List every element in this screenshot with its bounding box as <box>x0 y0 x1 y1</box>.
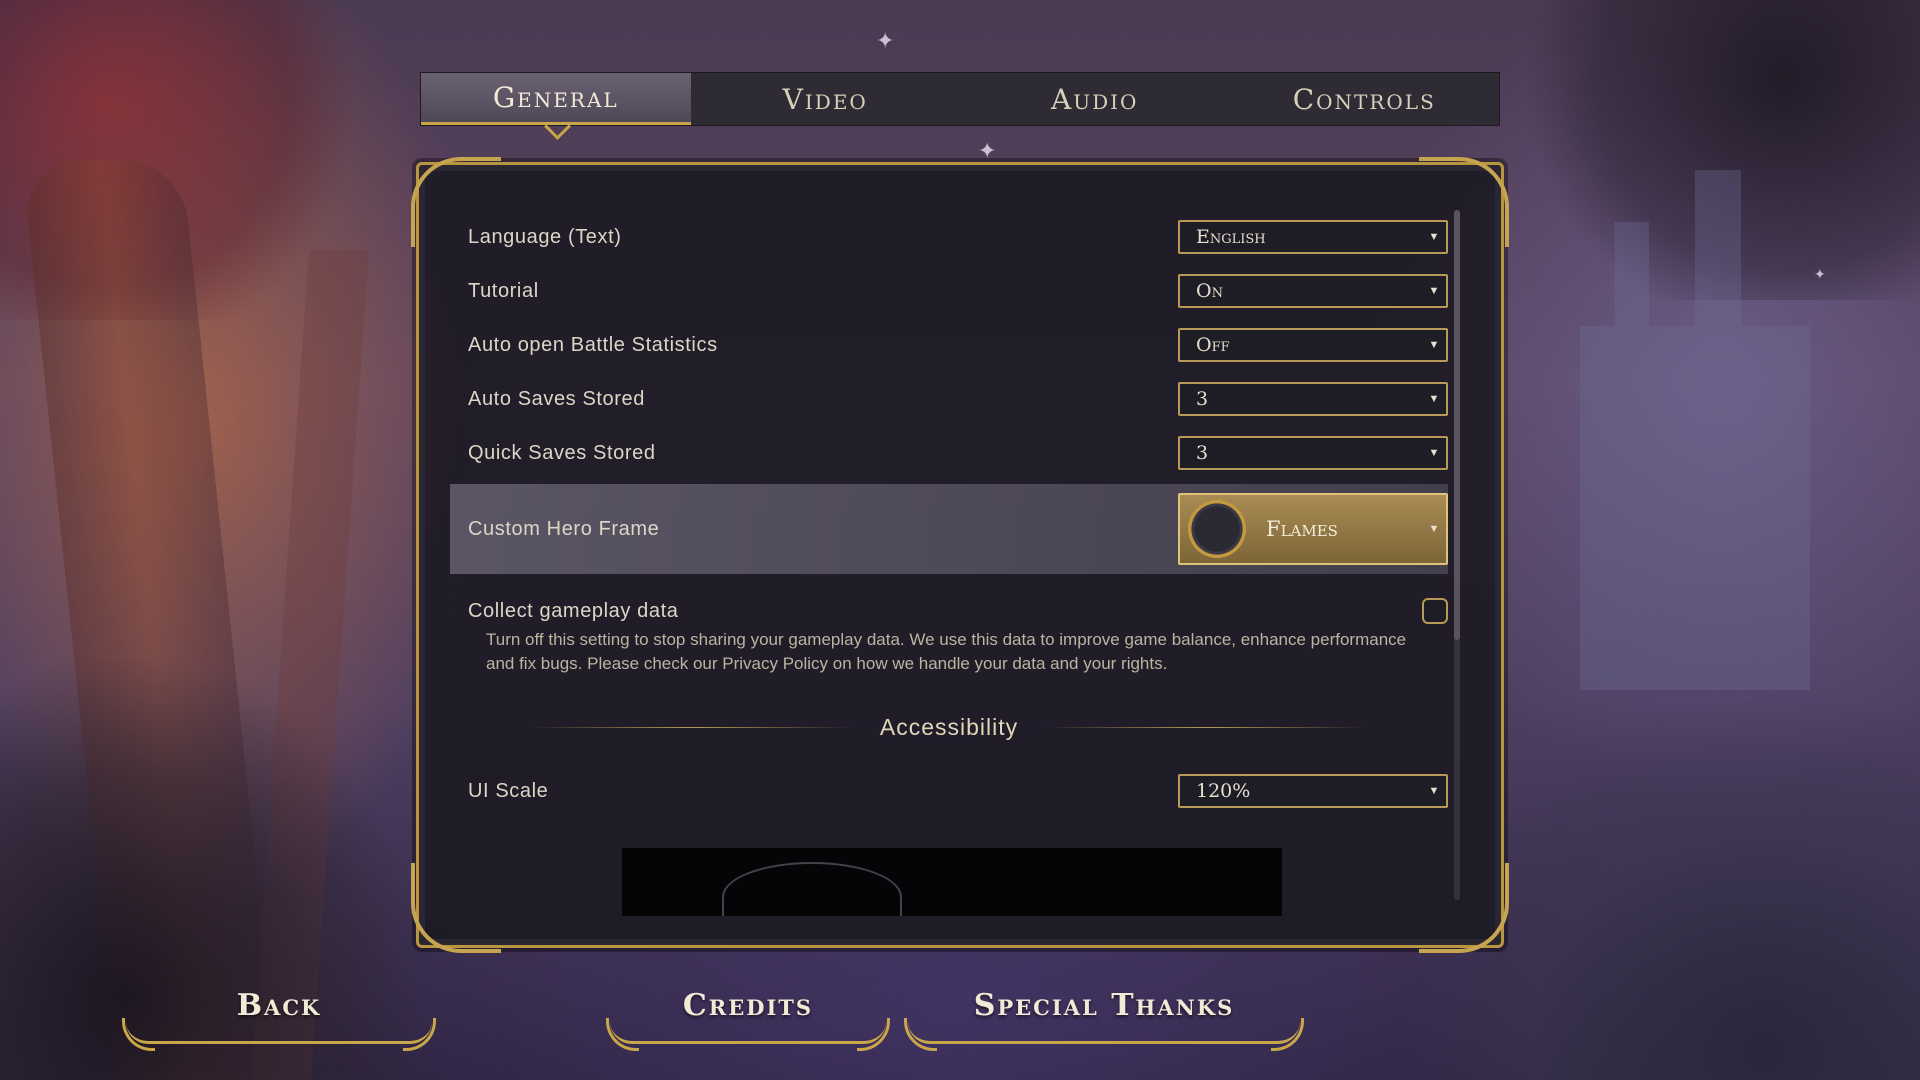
auto-saves-dropdown[interactable]: 3 ▼ <box>1178 382 1448 416</box>
language-dropdown[interactable]: English ▼ <box>1178 220 1448 254</box>
credits-button[interactable]: Credits <box>606 980 890 1051</box>
tab-video[interactable]: Video <box>691 73 961 125</box>
settings-list: Language (Text) English ▼ Tutorial On ▼ … <box>450 192 1448 916</box>
flourish-ornament <box>606 1018 890 1051</box>
caret-down-icon: ▼ <box>1428 523 1440 535</box>
setting-label: Tutorial <box>468 279 539 302</box>
hero-frame-ring-icon <box>1188 500 1246 558</box>
preview-emblem <box>722 862 902 916</box>
star-icon: ✦ <box>1814 266 1826 282</box>
special-thanks-button[interactable]: Special Thanks <box>904 980 1304 1051</box>
gameplay-data-description: Turn off this setting to stop sharing yo… <box>486 630 1407 673</box>
setting-row-tutorial: Tutorial On ▼ <box>450 264 1448 318</box>
tab-general[interactable]: General <box>421 73 691 125</box>
star-icon: ✦ <box>876 28 895 53</box>
setting-row-ui-scale: UI Scale 120% ▼ <box>450 764 1448 818</box>
tab-controls[interactable]: Controls <box>1230 73 1500 125</box>
dropdown-value: Flames <box>1266 517 1338 541</box>
setting-row-language: Language (Text) English ▼ <box>450 210 1448 264</box>
divider <box>531 726 852 728</box>
tab-audio[interactable]: Audio <box>960 73 1230 125</box>
setting-row-hero-frame: Custom Hero Frame Flames ▼ <box>450 484 1448 574</box>
gameplay-data-checkbox[interactable] <box>1422 598 1448 624</box>
battle-stats-dropdown[interactable]: Off ▼ <box>1178 328 1448 362</box>
setting-label: Quick Saves Stored <box>468 441 656 464</box>
caret-down-icon: ▼ <box>1428 447 1440 459</box>
scrollbar-thumb[interactable] <box>1454 210 1460 640</box>
settings-scrollbar[interactable] <box>1454 210 1460 900</box>
tab-label: Controls <box>1292 82 1436 116</box>
dropdown-value: English <box>1196 226 1266 248</box>
dropdown-value: On <box>1196 280 1223 302</box>
section-title: Accessibility <box>879 713 1019 740</box>
accessibility-section-header: Accessibility <box>450 712 1448 742</box>
button-label: Back <box>236 988 322 1023</box>
quick-saves-dropdown[interactable]: 3 ▼ <box>1178 436 1448 470</box>
setting-label: Custom Hero Frame <box>468 517 660 540</box>
setting-label: Auto Saves Stored <box>468 387 645 410</box>
setting-row-battle-stats: Auto open Battle Statistics Off ▼ <box>450 318 1448 372</box>
flourish-ornament <box>122 1018 436 1051</box>
tutorial-dropdown[interactable]: On ▼ <box>1178 274 1448 308</box>
background-tree-trunk-small <box>250 250 370 1080</box>
button-label: Credits <box>682 988 814 1023</box>
hero-frame-dropdown[interactable]: Flames ▼ <box>1178 493 1448 565</box>
setting-label: UI Scale <box>468 779 549 802</box>
dropdown-value: Off <box>1196 334 1230 356</box>
settings-tab-bar: General Video Audio Controls <box>420 72 1500 126</box>
setting-row-quick-saves: Quick Saves Stored 3 ▼ <box>450 426 1448 480</box>
setting-label: Auto open Battle Statistics <box>468 333 718 356</box>
divider <box>1046 726 1367 728</box>
setting-label: Collect gameplay data <box>468 599 679 622</box>
setting-label: Language (Text) <box>468 225 622 248</box>
caret-down-icon: ▼ <box>1428 231 1440 243</box>
button-label: Special Thanks <box>973 988 1235 1023</box>
dropdown-value: 120% <box>1196 780 1251 802</box>
back-button[interactable]: Back <box>122 980 436 1051</box>
caret-down-icon: ▼ <box>1428 339 1440 351</box>
dropdown-value: 3 <box>1196 442 1209 464</box>
tab-label: Audio <box>1051 82 1139 116</box>
caret-down-icon: ▼ <box>1428 785 1440 797</box>
ui-scale-preview-image <box>622 848 1282 916</box>
dropdown-value: 3 <box>1196 388 1209 410</box>
background-foliage-right <box>1520 0 1920 300</box>
star-icon: ✦ <box>978 138 997 163</box>
flourish-ornament <box>904 1018 1304 1051</box>
background-castle <box>1580 170 1810 690</box>
tab-label: Video <box>782 82 868 116</box>
caret-down-icon: ▼ <box>1428 285 1440 297</box>
tab-label: General <box>492 81 619 114</box>
background-foliage-left <box>0 0 360 320</box>
background-tree-trunk <box>21 160 279 1080</box>
ui-scale-dropdown[interactable]: 120% ▼ <box>1178 774 1448 808</box>
setting-row-auto-saves: Auto Saves Stored 3 ▼ <box>450 372 1448 426</box>
caret-down-icon: ▼ <box>1428 393 1440 405</box>
